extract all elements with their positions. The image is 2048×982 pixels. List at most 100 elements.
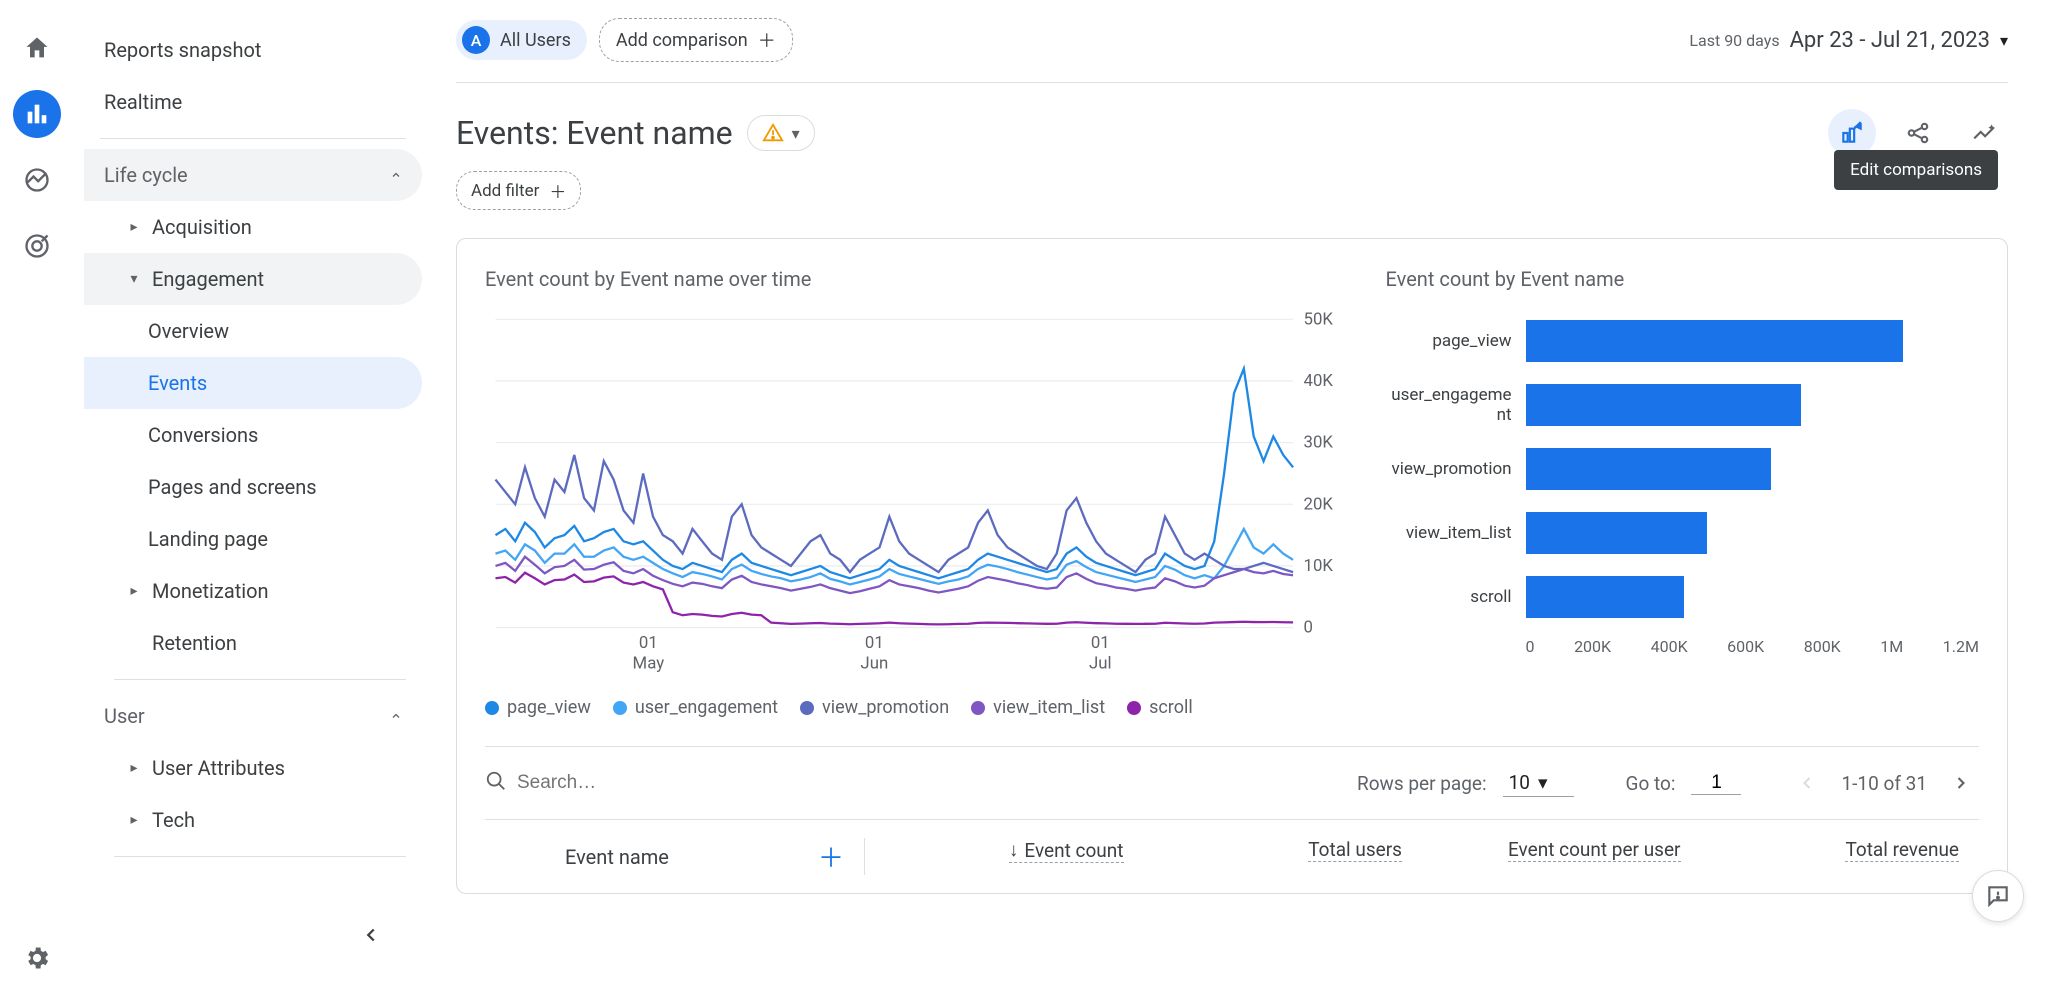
svg-text:01: 01 bbox=[865, 634, 884, 653]
metric-header[interactable]: Total users bbox=[1308, 838, 1402, 862]
label: Overview bbox=[148, 319, 229, 343]
search-input[interactable] bbox=[517, 772, 817, 794]
bar-label: view_promotion bbox=[1386, 459, 1526, 479]
nav-acquisition[interactable]: ▸ Acquisition bbox=[84, 201, 422, 253]
label: Events bbox=[148, 371, 207, 395]
bar-row: view_item_list bbox=[1386, 501, 1979, 565]
caret-down-icon: ▾ bbox=[2000, 31, 2008, 50]
bar-fill bbox=[1526, 576, 1685, 618]
plus-icon: ＋ bbox=[758, 27, 776, 53]
legend-dot bbox=[485, 701, 499, 715]
svg-text:Jun: Jun bbox=[860, 655, 888, 674]
audience-label: All Users bbox=[500, 30, 571, 51]
bar-axis: 0200K400K600K800K1M1.2M bbox=[1526, 629, 1979, 656]
search-icon bbox=[485, 770, 507, 796]
legend-label: user_engagement bbox=[635, 697, 778, 718]
svg-text:0: 0 bbox=[1304, 619, 1313, 638]
date-value: Apr 23 - Jul 21, 2023 bbox=[1790, 28, 1990, 53]
reports-icon[interactable] bbox=[13, 90, 61, 138]
svg-text:40K: 40K bbox=[1304, 372, 1334, 391]
nav-landing[interactable]: Landing page bbox=[84, 513, 422, 565]
metric-header[interactable]: Event count per user bbox=[1508, 838, 1681, 862]
caret-right-icon: ▸ bbox=[128, 762, 140, 774]
caret-down-icon: ▾ bbox=[1538, 771, 1548, 794]
legend-item[interactable]: view_item_list bbox=[971, 697, 1105, 718]
svg-text:Jul: Jul bbox=[1089, 655, 1112, 674]
collapse-sidebar-button[interactable] bbox=[84, 912, 422, 962]
add-dimension-button[interactable]: ＋ bbox=[818, 838, 844, 875]
table-controls: Rows per page: 10 ▾ Go to: 1-10 of 31 bbox=[485, 747, 1979, 819]
audience-chip[interactable]: A All Users bbox=[456, 20, 587, 60]
bar-row: scroll bbox=[1386, 565, 1979, 629]
nav-user[interactable]: User bbox=[84, 690, 422, 742]
svg-text:30K: 30K bbox=[1304, 434, 1334, 453]
next-page-button[interactable] bbox=[1943, 765, 1979, 801]
bar-chart: page_view user_engagement view_promotion… bbox=[1386, 309, 1979, 679]
add-filter-button[interactable]: Add filter ＋ bbox=[456, 171, 581, 210]
nav-tech[interactable]: ▸ Tech bbox=[84, 794, 422, 846]
feedback-button[interactable] bbox=[1972, 870, 2024, 922]
nav-monetization[interactable]: ▸ Monetization bbox=[84, 565, 422, 617]
svg-text:01: 01 bbox=[639, 634, 658, 653]
svg-text:50K: 50K bbox=[1304, 311, 1334, 330]
metric-header[interactable]: ↓ Event count bbox=[1009, 838, 1124, 863]
caret-right-icon: ▸ bbox=[128, 221, 140, 233]
audience-avatar: A bbox=[462, 26, 490, 54]
icon-rail bbox=[0, 0, 74, 982]
label: Pages and screens bbox=[148, 475, 317, 499]
date-prefix: Last 90 days bbox=[1689, 31, 1779, 50]
chevron-up-icon bbox=[390, 710, 402, 722]
nav-reports-snapshot[interactable]: Reports snapshot bbox=[84, 24, 422, 76]
nav-pages[interactable]: Pages and screens bbox=[84, 461, 422, 513]
nav-overview[interactable]: Overview bbox=[84, 305, 422, 357]
tooltip: Edit comparisons bbox=[1834, 150, 1998, 190]
explore-icon[interactable] bbox=[13, 156, 61, 204]
sort-desc-icon: ↓ bbox=[1009, 838, 1019, 862]
legend-item[interactable]: page_view bbox=[485, 697, 591, 718]
bar-fill bbox=[1526, 448, 1772, 490]
legend-label: view_item_list bbox=[993, 697, 1105, 718]
caret-down-icon: ▾ bbox=[792, 124, 800, 143]
label: Retention bbox=[152, 631, 237, 655]
line-chart-legend: page_view user_engagement view_promotion vi… bbox=[485, 697, 1346, 718]
home-icon[interactable] bbox=[13, 24, 61, 72]
nav-engagement[interactable]: ▾ Engagement bbox=[84, 253, 422, 305]
pager-text: 1-10 of 31 bbox=[1841, 772, 1927, 795]
nav-life-cycle[interactable]: Life cycle bbox=[84, 149, 422, 201]
legend-item[interactable]: user_engagement bbox=[613, 697, 778, 718]
label: Reports snapshot bbox=[104, 38, 261, 62]
nav-events[interactable]: Events bbox=[84, 357, 422, 409]
legend-item[interactable]: view_promotion bbox=[800, 697, 949, 718]
bar-row: page_view bbox=[1386, 309, 1979, 373]
bar-chart-title: Event count by Event name bbox=[1386, 267, 1979, 291]
settings-icon[interactable] bbox=[13, 934, 61, 982]
nav-conversions[interactable]: Conversions bbox=[84, 409, 422, 461]
label: Acquisition bbox=[152, 215, 252, 239]
main: A All Users Add comparison ＋ Last 90 day… bbox=[432, 0, 2048, 982]
nav-realtime[interactable]: Realtime bbox=[84, 76, 422, 128]
add-comparison-button[interactable]: Add comparison ＋ bbox=[599, 18, 793, 62]
bar-label: user_engagement bbox=[1386, 385, 1526, 426]
goto-input[interactable] bbox=[1691, 772, 1741, 795]
bar-row: user_engagement bbox=[1386, 373, 1979, 437]
bar-label: view_item_list bbox=[1386, 523, 1526, 543]
bar-fill bbox=[1526, 320, 1904, 362]
bar-row: view_promotion bbox=[1386, 437, 1979, 501]
date-range-picker[interactable]: Last 90 days Apr 23 - Jul 21, 2023 ▾ bbox=[1689, 28, 2008, 53]
caret-right-icon: ▸ bbox=[128, 814, 140, 826]
legend-label: page_view bbox=[507, 697, 591, 718]
metric-header[interactable]: Total revenue bbox=[1845, 838, 1959, 862]
legend-item[interactable]: scroll bbox=[1127, 697, 1193, 718]
advertising-icon[interactable] bbox=[13, 222, 61, 270]
threshold-warning-badge[interactable]: ▾ bbox=[747, 115, 815, 151]
legend-label: view_promotion bbox=[822, 697, 949, 718]
legend-dot bbox=[800, 701, 814, 715]
bar-fill bbox=[1526, 512, 1707, 554]
rows-per-page-select[interactable]: 10 ▾ bbox=[1503, 769, 1574, 797]
label: Realtime bbox=[104, 90, 182, 114]
svg-text:10K: 10K bbox=[1304, 557, 1334, 576]
goto-label: Go to: bbox=[1626, 772, 1676, 795]
prev-page-button[interactable] bbox=[1789, 765, 1825, 801]
nav-retention[interactable]: Retention bbox=[84, 617, 422, 669]
nav-user-attributes[interactable]: ▸ User Attributes bbox=[84, 742, 422, 794]
